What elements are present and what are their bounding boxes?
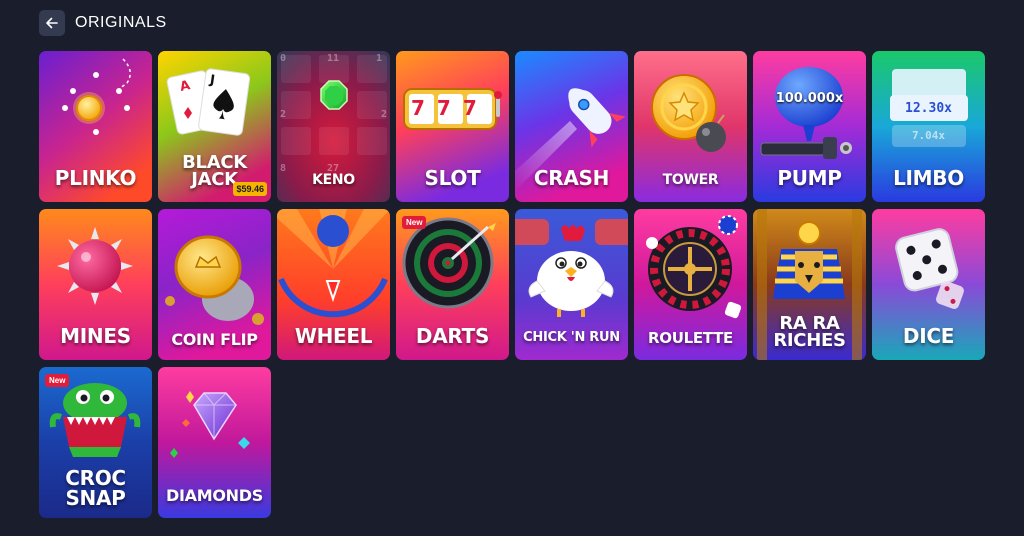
limbo-multiplier-shadow: 7.04x	[911, 129, 946, 142]
slot-reels: 777	[411, 96, 489, 120]
game-tile-crash[interactable]: CRASH	[515, 51, 628, 202]
games-grid: PLINKO A J BLACK JACK $59.46 0 11 1 2 2 …	[39, 51, 985, 518]
game-label: CROC SNAP	[65, 466, 126, 510]
game-label: TOWER	[662, 172, 719, 188]
game-tile-blackjack[interactable]: A J BLACK JACK $59.46	[158, 51, 271, 202]
price-badge: $59.46	[233, 182, 267, 196]
game-tile-mines[interactable]: MINES	[39, 209, 152, 360]
game-tile-darts[interactable]: New DARTS	[396, 209, 509, 360]
back-button[interactable]	[39, 10, 65, 36]
pump-multiplier: 100.000x	[775, 91, 844, 106]
game-tile-diamonds[interactable]: DIAMONDS	[158, 367, 271, 518]
new-badge: New	[45, 374, 70, 387]
game-tile-croc-snap[interactable]: New CROC SNAP	[39, 367, 152, 518]
game-tile-pump[interactable]: 100.000x PUMP	[753, 51, 866, 202]
game-label: MINES	[60, 324, 131, 348]
arrow-left-icon	[46, 17, 58, 29]
game-tile-keno[interactable]: 0 11 1 2 2 8 27 KENO	[277, 51, 390, 202]
game-label: DICE	[902, 324, 955, 348]
game-label: LIMBO	[893, 166, 964, 190]
game-label: RA RA RICHES	[773, 313, 846, 351]
game-tile-chick-n-run[interactable]: CHICK 'N RUN	[515, 209, 628, 360]
game-tile-slot[interactable]: 777 SLOT	[396, 51, 509, 202]
page-header: ORIGINALS	[39, 10, 167, 36]
game-tile-dice[interactable]: DICE	[872, 209, 985, 360]
game-tile-limbo[interactable]: 12.30x 7.04x LIMBO	[872, 51, 985, 202]
game-label: PLINKO	[54, 166, 137, 190]
game-tile-coin-flip[interactable]: COIN FLIP	[158, 209, 271, 360]
game-label: WHEEL	[294, 324, 373, 348]
game-label: CRASH	[533, 166, 610, 190]
game-label: ROULETTE	[648, 329, 733, 347]
game-tile-wheel[interactable]: WHEEL	[277, 209, 390, 360]
game-tile-roulette[interactable]: ROULETTE	[634, 209, 747, 360]
new-badge: New	[402, 216, 427, 229]
keno-number: 0	[280, 53, 287, 64]
game-label: SLOT	[424, 166, 481, 190]
keno-number: 11	[327, 53, 340, 64]
game-label: DARTS	[415, 324, 490, 348]
game-label: CHICK 'N RUN	[523, 330, 620, 345]
keno-number: 1	[376, 53, 383, 64]
page-title: ORIGINALS	[75, 14, 167, 31]
game-tile-tower[interactable]: TOWER	[634, 51, 747, 202]
game-label: COIN FLIP	[171, 330, 258, 349]
game-label: KENO	[312, 172, 355, 188]
keno-number: 2	[381, 109, 388, 120]
game-label: PUMP	[777, 166, 842, 190]
game-label: DIAMONDS	[166, 486, 263, 505]
limbo-multiplier: 12.30x	[905, 101, 952, 116]
game-tile-plinko[interactable]: PLINKO	[39, 51, 152, 202]
game-tile-ra-ra-riches[interactable]: RA RA RICHES	[753, 209, 866, 360]
keno-number: 2	[280, 109, 287, 120]
